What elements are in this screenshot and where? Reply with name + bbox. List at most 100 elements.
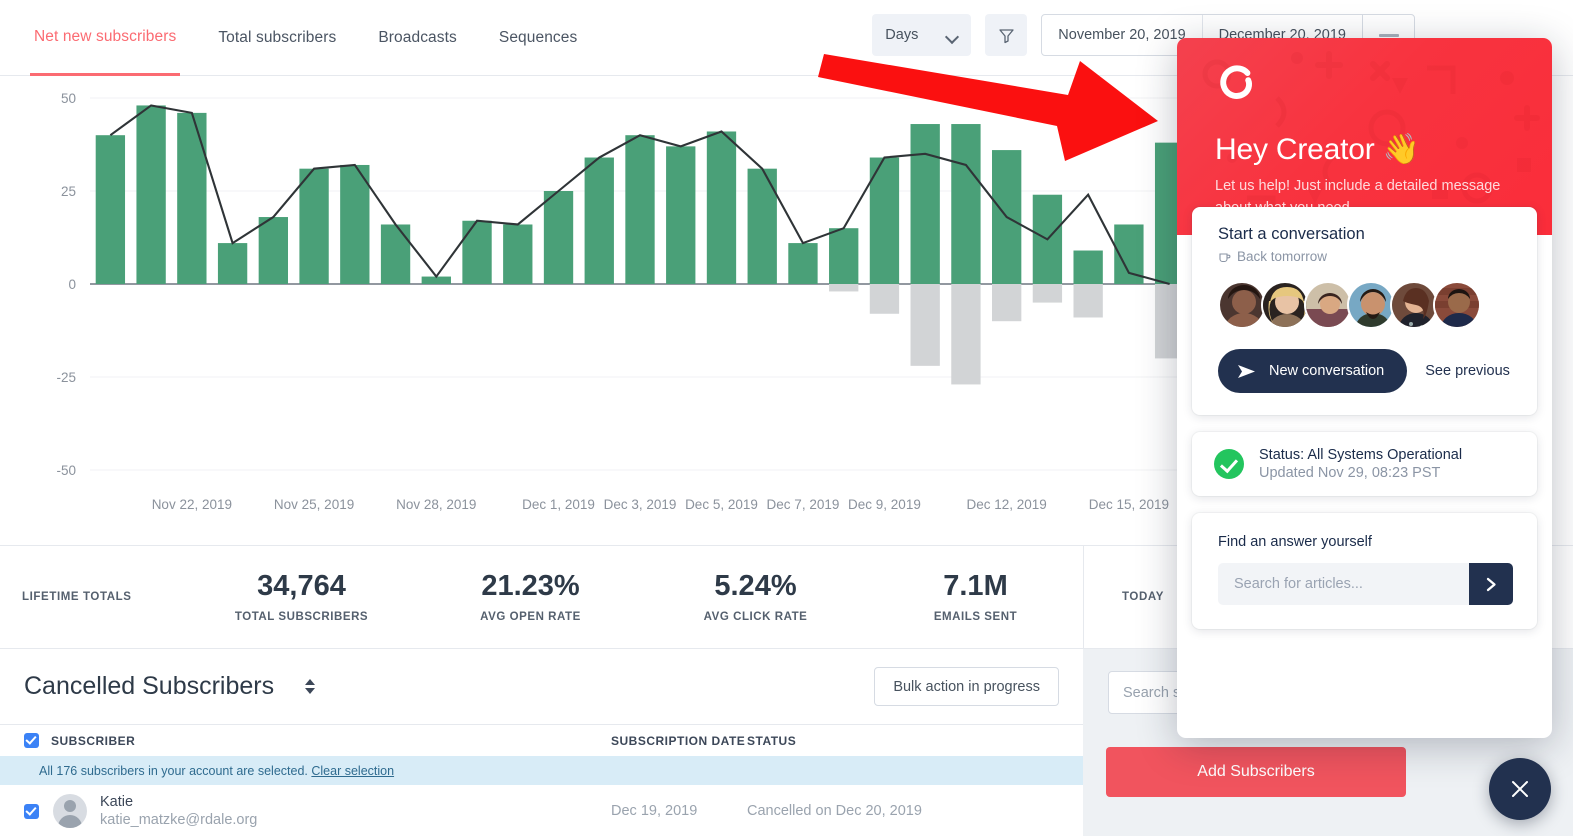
svg-text:Dec 3, 2019: Dec 3, 2019 (604, 497, 677, 512)
system-status-card[interactable]: Status: All Systems Operational Updated … (1192, 432, 1537, 496)
stat-emails-sent: 7.1M EMAILS SENT (868, 570, 1083, 623)
teammate-avatar (1218, 281, 1266, 329)
messenger-hero: Hey Creator 👋 Let us help! Just include … (1177, 38, 1552, 235)
teammate-avatars (1218, 281, 1513, 329)
check-circle-icon (1214, 449, 1244, 479)
status-badge: Status: All Systems Operational (1259, 447, 1463, 463)
lifetime-totals-label: LIFETIME TOTALS (22, 591, 132, 603)
see-previous-link[interactable]: See previous (1425, 363, 1510, 379)
chevron-down-icon (947, 32, 958, 39)
new-conversation-button[interactable]: New conversation (1218, 349, 1408, 393)
paper-plane-icon (1238, 364, 1255, 378)
clear-selection-link[interactable]: Clear selection (311, 764, 394, 778)
row-checkbox[interactable] (24, 803, 39, 819)
subscribers-header: Cancelled Subscribers Bulk action in pro… (0, 649, 1083, 724)
status-updated: Updated Nov 29, 08:23 PST (1259, 465, 1441, 481)
article-search-placeholder: Search for articles... (1234, 576, 1363, 592)
svg-text:Nov 28, 2019: Nov 28, 2019 (396, 497, 476, 512)
avatar (53, 794, 87, 828)
messenger-greeting: Hey Creator 👋 (1215, 133, 1420, 166)
conversation-actions: New conversation See previous (1218, 349, 1513, 393)
new-conversation-label: New conversation (1269, 363, 1385, 379)
close-x-icon (1512, 781, 1528, 797)
teammate-avatar (1433, 281, 1481, 329)
tab-sequences[interactable]: Sequences (495, 0, 581, 76)
svg-text:Nov 22, 2019: Nov 22, 2019 (152, 497, 232, 512)
svg-text:Dec 5, 2019: Dec 5, 2019 (685, 497, 758, 512)
chevron-right-icon (1486, 577, 1496, 591)
messenger-body: Start a conversation Back tomorrow New c… (1177, 207, 1552, 738)
filter-funnel-icon (999, 28, 1014, 43)
teammate-avatar (1390, 281, 1438, 329)
net-new-subscribers-chart: 50 25 0 -25 -50 Nov 22, 2019 Nov 25, 2019 Nov 2… (0, 76, 1200, 545)
svg-text:25: 25 (61, 184, 76, 199)
svg-text:Dec 1, 2019: Dec 1, 2019 (522, 497, 595, 512)
system-status-text: Status: All Systems Operational Updated … (1259, 447, 1462, 481)
stat-value: 7.1M (943, 570, 1008, 603)
help-search-row: Search for articles... (1218, 563, 1513, 605)
tab-list: Net new subscribers Total subscribers Br… (30, 0, 581, 76)
column-header-subscription-date: SUBSCRIPTION DATE (611, 733, 746, 748)
subscribers-panel: Cancelled Subscribers Bulk action in pro… (0, 649, 1083, 836)
svg-text:0: 0 (68, 277, 76, 292)
stat-caption: AVG CLICK RATE (703, 610, 808, 623)
svg-text:50: 50 (61, 91, 76, 106)
tab-total-subscribers[interactable]: Total subscribers (214, 0, 340, 76)
svg-text:Nov 25, 2019: Nov 25, 2019 (274, 497, 354, 512)
svg-text:-25: -25 (56, 370, 76, 385)
caret-up-glyph (305, 679, 316, 685)
stat-value: 21.23% (481, 570, 580, 603)
column-header-subscriber: SUBSCRIBER (51, 733, 136, 748)
svg-text:Dec 15, 2019: Dec 15, 2019 (1089, 497, 1169, 512)
stat-avg-open-rate: 21.23% AVG OPEN RATE (418, 570, 643, 623)
selection-banner-text: All 176 subscribers in your account are … (39, 763, 308, 778)
column-header-status: STATUS (747, 733, 797, 748)
page-title: Cancelled Subscribers (24, 672, 275, 700)
svg-text:Dec 9, 2019: Dec 9, 2019 (848, 497, 921, 512)
caret-down-glyph (305, 688, 316, 694)
svg-text:-50: -50 (56, 463, 76, 478)
add-subscribers-button[interactable]: Add Subscribers (1106, 747, 1406, 797)
stat-value: 34,764 (257, 570, 346, 603)
availability-status: Back tomorrow (1218, 249, 1513, 264)
teammate-avatar (1261, 281, 1309, 329)
calendar-glyph (1378, 33, 1399, 37)
stat-caption: EMAILS SENT (933, 610, 1018, 623)
teammate-avatar (1347, 281, 1395, 329)
table-header-row: SUBSCRIBER SUBSCRIPTION DATE STATUS (0, 724, 1083, 756)
subscriber-identity: Katie katie_matzke@rdale.org (100, 794, 257, 828)
stat-avg-click-rate: 5.24% AVG CLICK RATE (643, 570, 868, 623)
messenger-subtext: Let us help! Just include a detailed mes… (1215, 178, 1501, 216)
tab-net-new-subscribers[interactable]: Net new subscribers (30, 0, 181, 76)
messenger-close-button[interactable] (1489, 758, 1551, 820)
svg-text:Dec 12, 2019: Dec 12, 2019 (967, 497, 1047, 512)
convertkit-logo-icon (1220, 65, 1253, 99)
status-cell: Cancelled on Dec 20, 2019 (747, 803, 922, 819)
subscription-date-cell: Dec 19, 2019 (611, 803, 698, 819)
sort-updown-icon[interactable] (300, 674, 320, 700)
availability-status-text: Back tomorrow (1237, 249, 1328, 264)
table-row[interactable]: Katie katie_matzke@rdale.org Dec 19, 201… (0, 785, 1083, 836)
start-conversation-title: Start a conversation (1218, 225, 1365, 243)
tab-broadcasts[interactable]: Broadcasts (374, 0, 461, 76)
help-search-card: Find an answer yourself Search for artic… (1192, 513, 1537, 629)
bulk-action-button[interactable]: Bulk action in progress (874, 667, 1059, 706)
start-conversation-card: Start a conversation Back tomorrow New c… (1192, 207, 1537, 415)
select-all-checkbox[interactable] (24, 733, 39, 748)
stat-total-subscribers: 34,764 TOTAL SUBSCRIBERS (185, 570, 418, 623)
filter-button[interactable] (985, 14, 1028, 56)
intercom-messenger: Hey Creator 👋 Let us help! Just include … (1177, 38, 1552, 738)
interval-select[interactable]: Days (872, 14, 972, 56)
interval-select-value: Days (885, 27, 919, 43)
stat-value: 5.24% (714, 570, 797, 603)
stat-caption: AVG OPEN RATE (480, 610, 581, 623)
selection-banner: All 176 subscribers in your account are … (0, 756, 1083, 785)
analytics-page: Net new subscribers Total subscribers Br… (0, 0, 1573, 836)
article-search-submit[interactable] (1469, 563, 1513, 605)
stat-caption: TOTAL SUBSCRIBERS (234, 610, 369, 623)
teammate-avatar (1304, 281, 1352, 329)
article-search-input[interactable]: Search for articles... (1218, 563, 1469, 605)
chart-canvas: 50 25 0 -25 -50 Nov 22, 2019 Nov 25, 2019 Nov 2… (56, 91, 1190, 512)
help-search-title: Find an answer yourself (1218, 534, 1372, 550)
subscriber-name: Katie (100, 794, 134, 810)
